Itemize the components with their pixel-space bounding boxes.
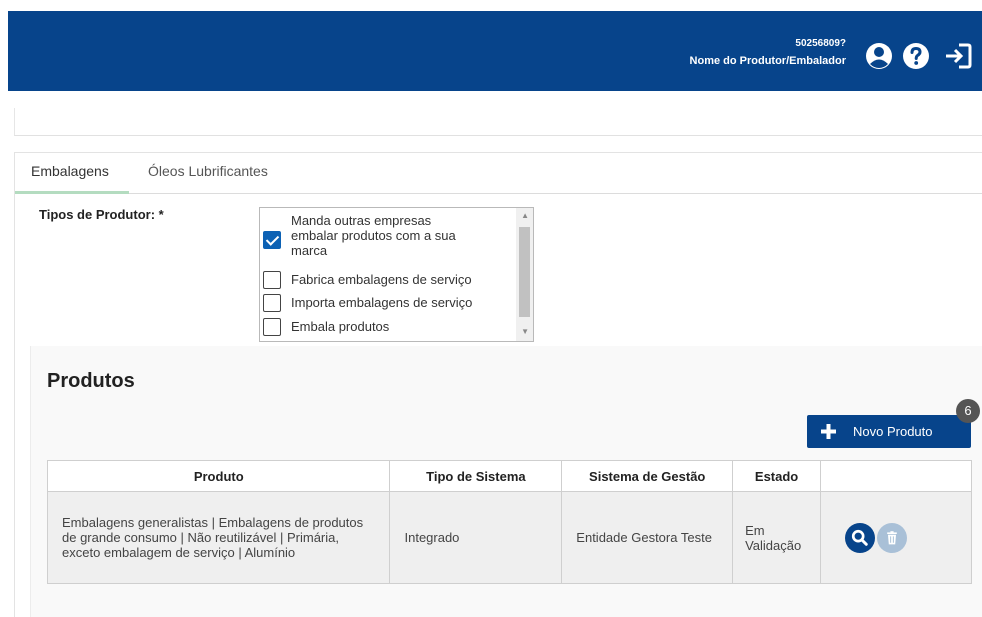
table-header-row: Produto Tipo de Sistema Sistema de Gestã… xyxy=(46,460,972,492)
option-label: Manda outras empresas embalar produtos c… xyxy=(291,213,456,258)
column-header-estado: Estado xyxy=(732,460,822,492)
novo-produto-button[interactable]: Novo Produto xyxy=(807,415,971,448)
column-header-tipo-sistema: Tipo de Sistema xyxy=(389,460,563,492)
tab-oleos-lubrificantes[interactable]: Óleos Lubrificantes xyxy=(148,163,268,193)
option-fabrica-embalagens[interactable]: Fabrica embalagens de serviço xyxy=(263,271,472,289)
produtos-title: Produtos xyxy=(47,370,135,392)
view-button[interactable] xyxy=(845,522,876,553)
table-row: Embalagens generalistas | Embalagens de … xyxy=(46,491,972,584)
user-id: 50256809? xyxy=(795,38,846,49)
cell-produto: Embalagens generalistas | Embalagens de … xyxy=(46,491,391,584)
column-header-actions xyxy=(820,460,972,492)
user-info: 50256809? Nome do Produtor/Embalador xyxy=(690,38,846,68)
empty-panel xyxy=(14,108,982,136)
notification-badge: 6 xyxy=(956,399,980,423)
tab-bar: Embalagens Óleos Lubrificantes xyxy=(15,153,982,194)
scroll-up-icon[interactable]: ▲ xyxy=(521,211,529,220)
produtos-table: Produto Tipo de Sistema Sistema de Gestã… xyxy=(46,460,972,584)
logout-icon[interactable] xyxy=(943,41,973,71)
row-actions xyxy=(835,522,957,553)
option-manda-outras-empresas[interactable]: Manda outras empresas embalar produtos c… xyxy=(263,213,456,258)
checkbox[interactable] xyxy=(263,271,281,289)
search-icon xyxy=(851,529,868,546)
trash-icon xyxy=(887,530,897,544)
page: 50256809? Nome do Produtor/Embalador Emb… xyxy=(0,0,982,617)
help-circle-icon[interactable] xyxy=(901,41,931,71)
column-header-produto: Produto xyxy=(46,460,391,492)
tipos-produtor-label: Tipos de Produtor: * xyxy=(39,207,164,222)
column-header-sistema-gestao: Sistema de Gestão xyxy=(561,460,734,492)
checkbox[interactable] xyxy=(263,318,281,336)
cell-sistema-gestao: Entidade Gestora Teste xyxy=(561,491,734,584)
listbox-scrollbar[interactable]: ▲ ▼ xyxy=(516,208,533,341)
option-label: Importa embalagens de serviço xyxy=(291,295,473,310)
delete-button[interactable] xyxy=(877,522,908,553)
top-bar: 50256809? Nome do Produtor/Embalador xyxy=(8,11,982,91)
cell-tipo-sistema: Integrado xyxy=(389,491,563,584)
option-importa-embalagens[interactable]: Importa embalagens de serviço xyxy=(263,294,472,312)
cell-actions xyxy=(820,491,972,584)
tipos-produtor-listbox[interactable]: Manda outras empresas embalar produtos c… xyxy=(259,207,534,342)
option-label: Fabrica embalagens de serviço xyxy=(291,272,472,287)
option-embala-produtos[interactable]: Embala produtos xyxy=(263,318,389,336)
plus-icon xyxy=(821,424,836,439)
scroll-down-icon[interactable]: ▼ xyxy=(521,327,529,336)
scrollbar-thumb[interactable] xyxy=(519,227,530,317)
tab-embalagens[interactable]: Embalagens xyxy=(31,163,109,193)
option-label: Embala produtos xyxy=(291,319,390,334)
checkbox-checked[interactable] xyxy=(263,231,281,249)
checkbox[interactable] xyxy=(263,294,281,312)
cell-estado: Em Validação xyxy=(732,491,822,584)
novo-produto-label: Novo Produto xyxy=(853,424,933,439)
user-name: Nome do Produtor/Embalador xyxy=(689,55,846,67)
active-tab-indicator xyxy=(15,191,129,194)
user-circle-icon[interactable] xyxy=(864,41,894,71)
